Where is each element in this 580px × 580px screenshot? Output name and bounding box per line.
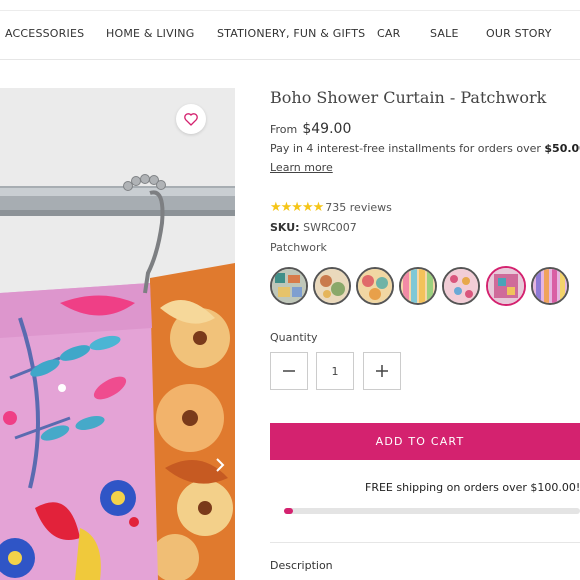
nav-item-car[interactable]: CAR [377, 27, 400, 40]
minus-icon [283, 370, 295, 372]
swatch-4[interactable] [399, 267, 437, 305]
sku-label: SKU: [270, 221, 300, 234]
nav-item-our-story[interactable]: OUR STORY [486, 27, 552, 40]
shipping-progress-bar [284, 508, 580, 514]
quantity-increase-button[interactable] [363, 352, 401, 390]
rating[interactable]: ★★★★★ 735 reviews [270, 200, 392, 215]
add-to-cart-button[interactable]: ADD TO CART [270, 423, 580, 460]
swatch-2[interactable] [313, 267, 351, 305]
chevron-right-icon [216, 458, 225, 472]
product-title: Boho Shower Curtain - Patchwork [270, 88, 547, 107]
installments-text: Pay in 4 interest-free installments for … [270, 142, 580, 155]
learn-more-link[interactable]: Learn more [270, 161, 333, 174]
swatch-7[interactable] [531, 267, 569, 305]
price-row: From $49.00 [270, 118, 351, 137]
nav-divider [0, 59, 580, 60]
product-photo-illustration [0, 88, 235, 580]
reviews-count: 735 reviews [325, 201, 392, 214]
variant-name: Patchwork [270, 241, 327, 254]
installments-message: Pay in 4 interest-free installments for … [270, 142, 545, 155]
price: $49.00 [302, 121, 352, 137]
sku: SKU: SWRC007 [270, 221, 357, 234]
free-shipping-message: FREE shipping on orders over $100.00! [365, 481, 580, 494]
swatch-6-selected[interactable] [486, 266, 526, 306]
quantity-label: Quantity [270, 331, 318, 344]
sku-value: SWRC007 [303, 221, 357, 234]
main-nav: ACCESSORIES HOME & LIVING STATIONERY, FU… [0, 27, 580, 45]
swatch-5[interactable] [442, 267, 480, 305]
description-toggle[interactable]: Description [270, 559, 333, 572]
wishlist-button[interactable] [176, 104, 206, 134]
top-divider [0, 10, 580, 11]
plus-icon [376, 365, 388, 377]
swatch-1[interactable] [270, 267, 308, 305]
heart-outline-icon [184, 113, 198, 126]
star-rating-icon: ★★★★★ [270, 200, 324, 215]
image-next-button[interactable] [210, 454, 230, 476]
section-divider [270, 542, 580, 543]
nav-item-sale[interactable]: SALE [430, 27, 459, 40]
nav-item-home-living[interactable]: HOME & LIVING [106, 27, 194, 40]
nav-item-stationery[interactable]: STATIONERY, FUN & GIFTS [217, 27, 365, 40]
swatch-3[interactable] [356, 267, 394, 305]
installments-amount: $50.00 [544, 142, 580, 155]
quantity-decrease-button[interactable] [270, 352, 308, 390]
product-image[interactable] [0, 88, 235, 580]
quantity-value: 1 [331, 364, 339, 378]
shipping-progress-fill [284, 508, 293, 514]
price-prefix: From [270, 123, 298, 136]
nav-item-accessories[interactable]: ACCESSORIES [5, 27, 84, 40]
quantity-input[interactable]: 1 [316, 352, 354, 390]
